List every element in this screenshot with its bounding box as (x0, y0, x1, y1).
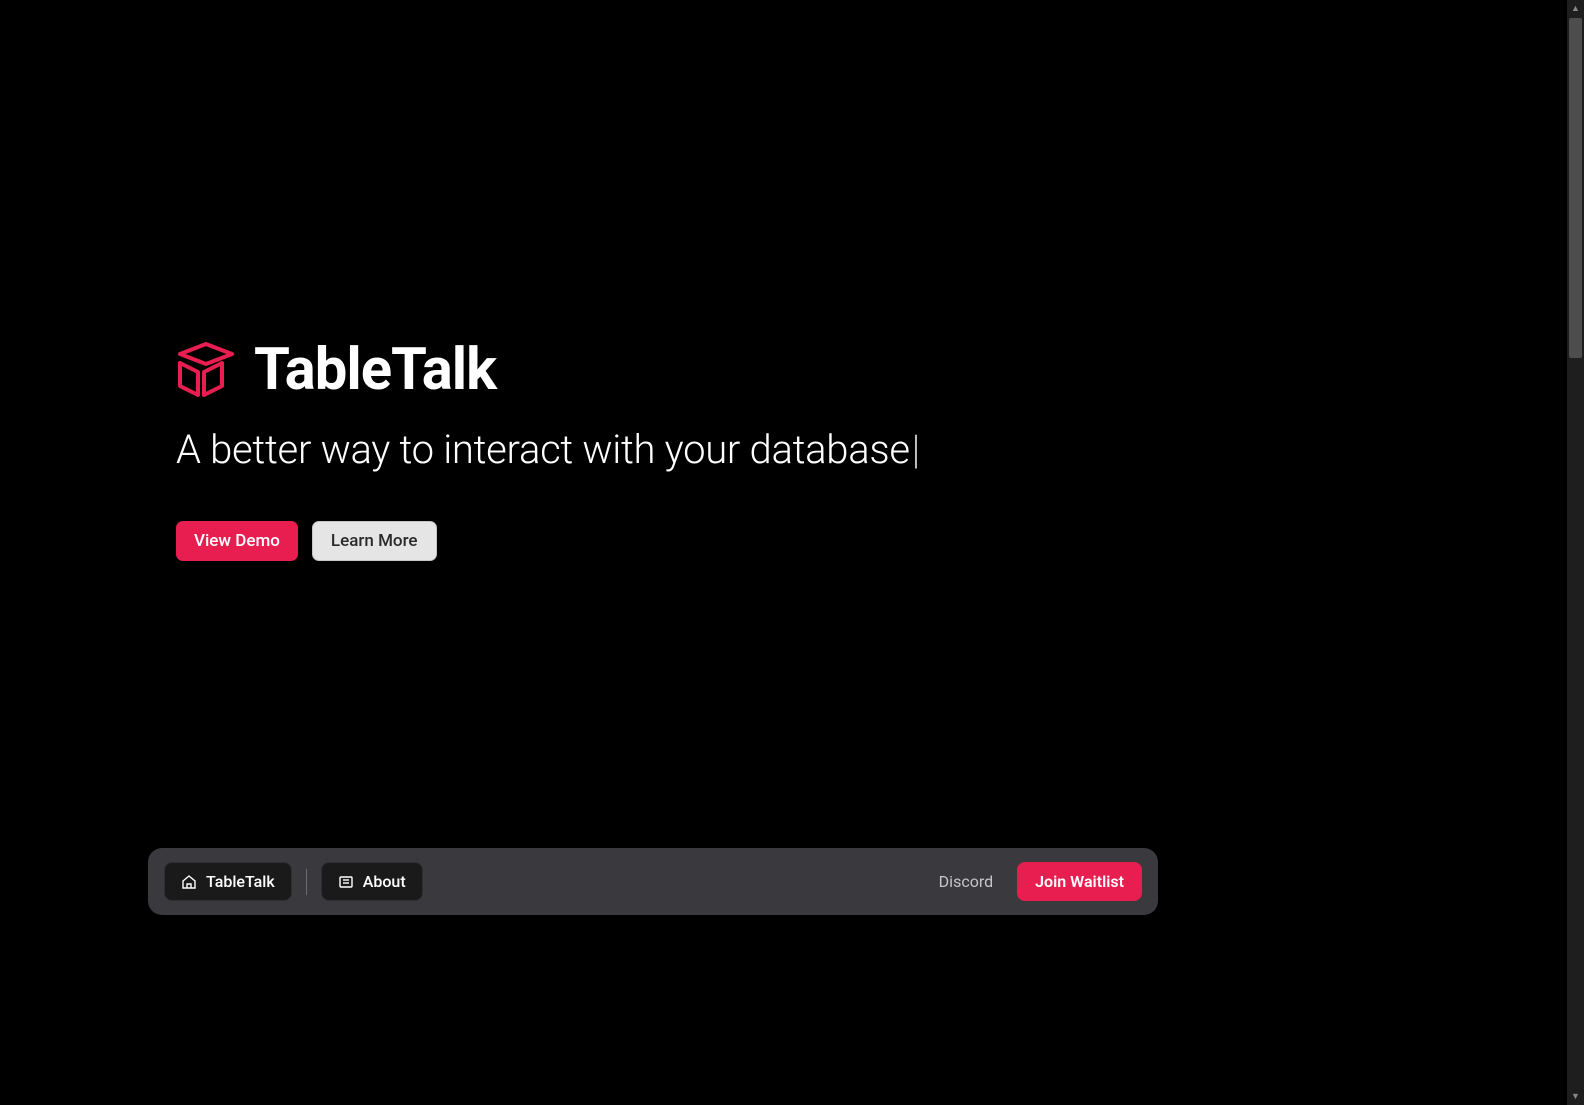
hero-tagline: A better way to interact with your datab… (176, 426, 1076, 473)
brand-name: TableTalk (254, 336, 496, 404)
home-icon (181, 874, 197, 890)
logo-row: TableTalk (176, 336, 1076, 404)
nav-right-group: Discord Join Waitlist (939, 862, 1142, 901)
join-waitlist-button[interactable]: Join Waitlist (1017, 862, 1142, 901)
nav-item-label: About (363, 872, 406, 891)
learn-more-button[interactable]: Learn More (312, 521, 437, 561)
scrollbar-up-arrow-icon[interactable]: ▲ (1567, 0, 1584, 17)
discord-link[interactable]: Discord (939, 872, 993, 891)
nav-divider (306, 869, 307, 895)
nav-left-group: TableTalk About (164, 862, 423, 901)
news-icon (338, 874, 354, 890)
scrollbar-thumb[interactable] (1569, 18, 1582, 358)
bottom-navigation: TableTalk About Discord Join Waitlist (148, 848, 1158, 915)
typing-cursor: | (912, 426, 920, 473)
hero-section: TableTalk A better way to interact with … (176, 336, 1076, 561)
nav-item-tabletalk[interactable]: TableTalk (164, 862, 292, 901)
scrollbar-down-arrow-icon[interactable]: ▼ (1567, 1088, 1584, 1105)
nav-item-about[interactable]: About (321, 862, 423, 901)
view-demo-button[interactable]: View Demo (176, 521, 298, 561)
cta-row: View Demo Learn More (176, 521, 1076, 561)
nav-item-label: TableTalk (206, 872, 275, 891)
brand-logo-icon (176, 342, 236, 398)
tagline-text: A better way to interact with your datab… (176, 426, 910, 473)
scrollbar[interactable]: ▲ ▼ (1567, 0, 1584, 1105)
